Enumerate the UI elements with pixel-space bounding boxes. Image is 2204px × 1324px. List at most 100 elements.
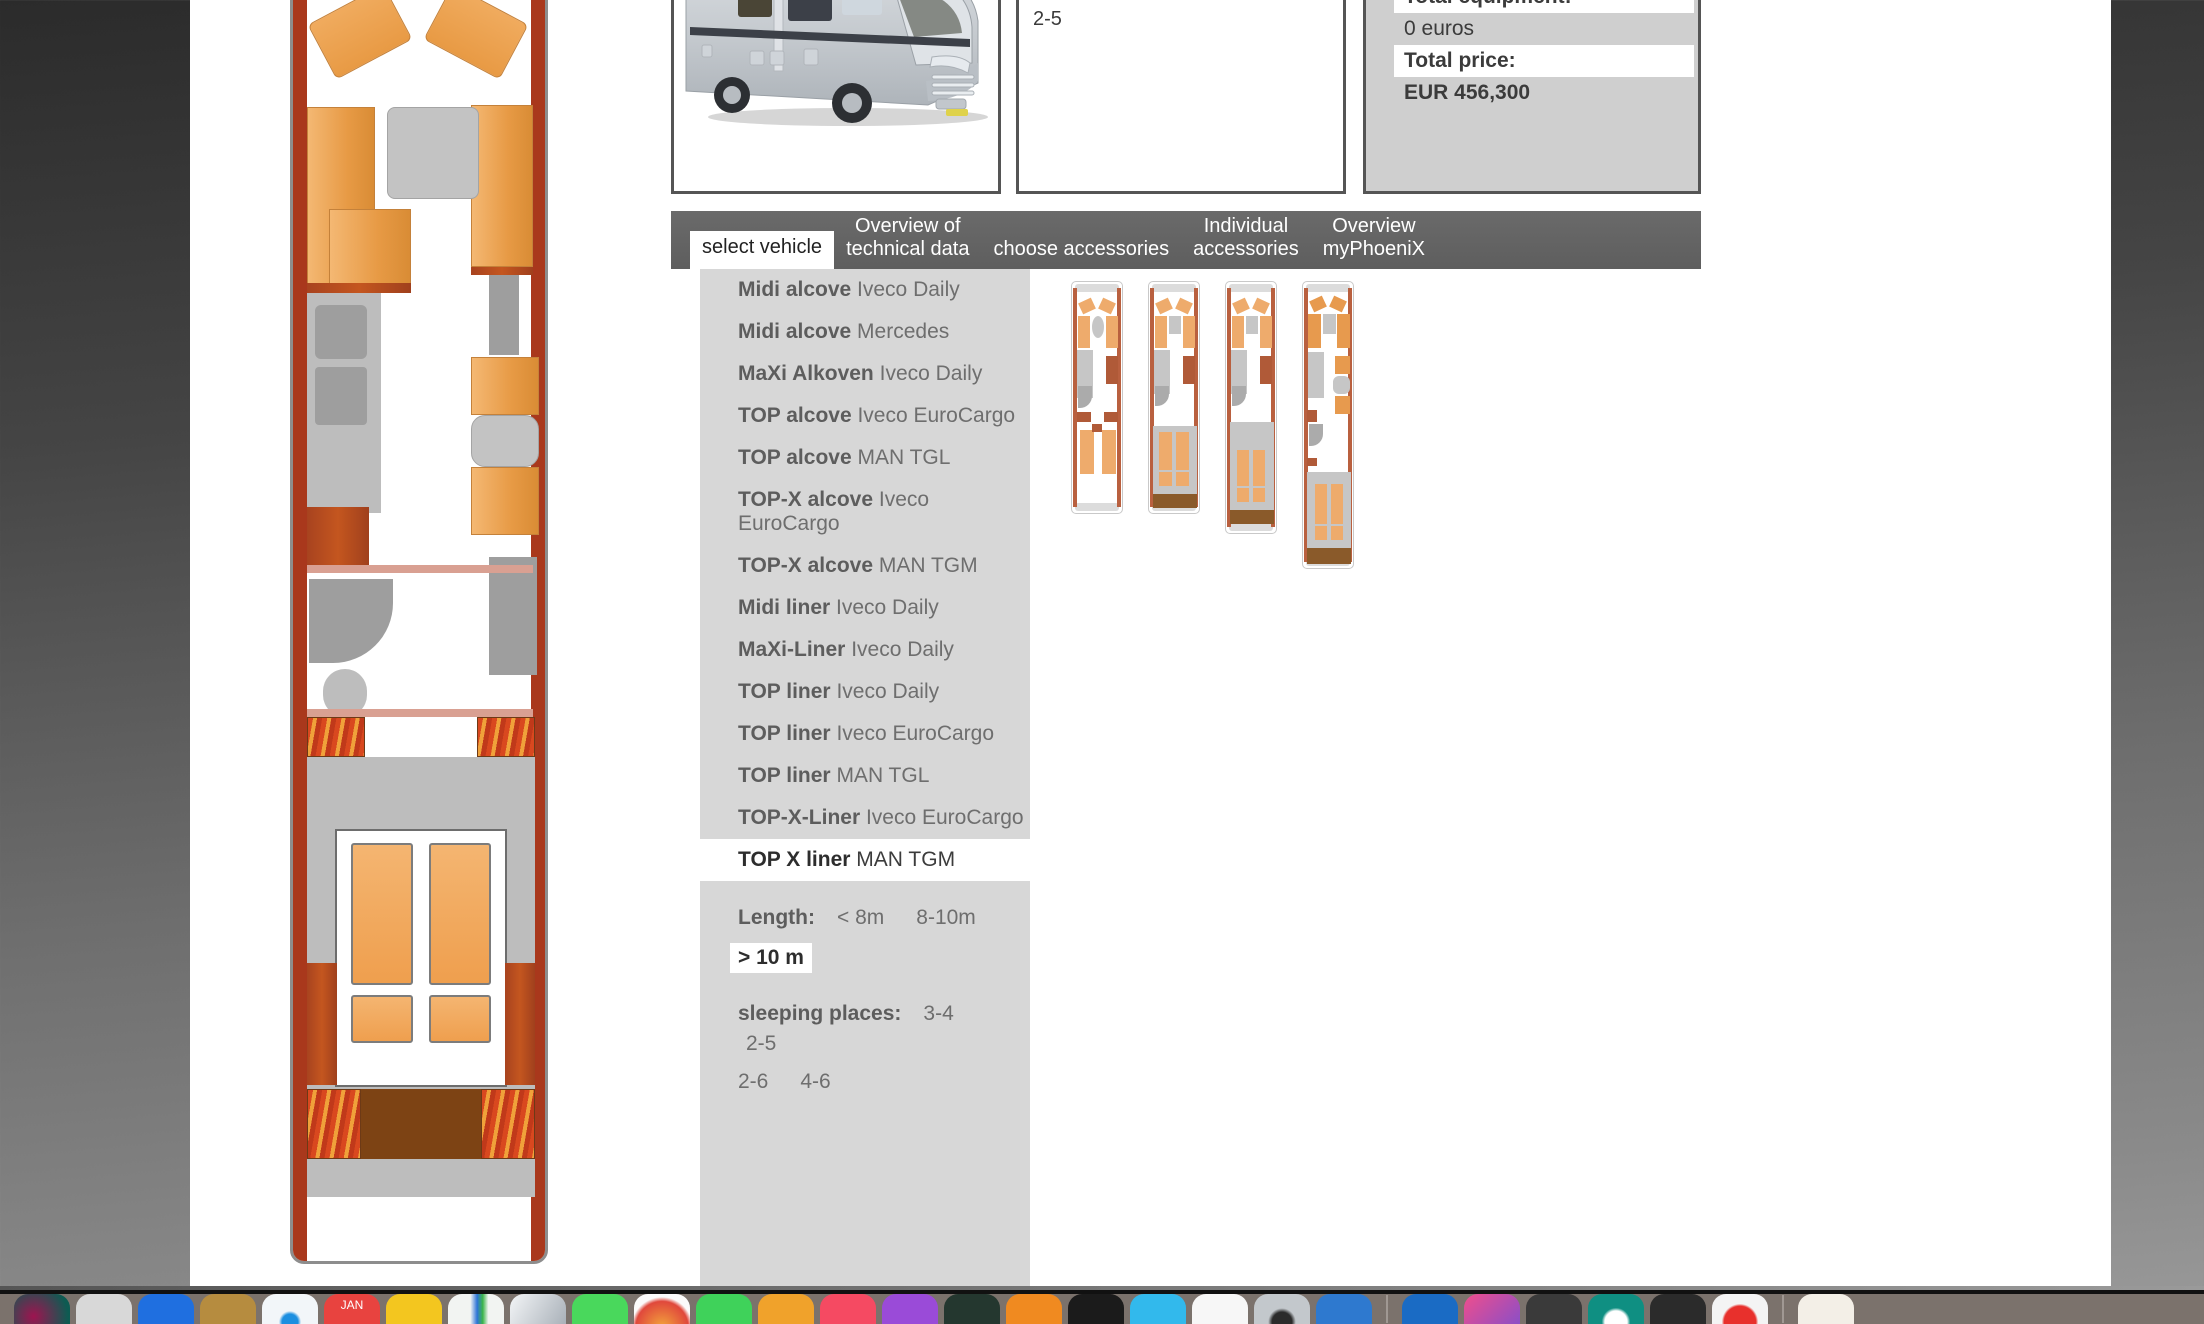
tab-overview-myphoenix[interactable]: Overview myPhoeniX <box>1311 210 1437 269</box>
vehicle-chassis-7: Iveco Daily <box>836 596 939 619</box>
filter-sleeping-label: sleeping places: <box>738 1002 902 1025</box>
vehicle-row-0[interactable]: Midi alcove Iveco Daily <box>700 269 1030 311</box>
terminal-icon[interactable] <box>944 1294 1000 1324</box>
mail-icon[interactable] <box>138 1294 194 1324</box>
floorplan-thumb-1[interactable] <box>1071 281 1123 514</box>
bench-left-foot <box>329 209 411 285</box>
twitter-icon[interactable] <box>1130 1294 1186 1324</box>
floorplan-thumbnail-row <box>1071 281 1354 569</box>
window-curtain-right <box>477 717 535 757</box>
dock-separator-2 <box>1782 1295 1784 1323</box>
bathroom-door <box>489 557 537 675</box>
vlc-icon[interactable] <box>1006 1294 1062 1324</box>
skype-icon[interactable] <box>1402 1294 1458 1324</box>
pillow-right <box>429 995 491 1043</box>
evernote-icon[interactable] <box>1588 1294 1644 1324</box>
lounge-base-left <box>307 283 411 293</box>
lounge-seat-left <box>307 0 413 80</box>
vehicle-chassis-12: Iveco EuroCargo <box>865 806 1024 829</box>
tab-technical-data[interactable]: Overview of technical data <box>834 210 981 269</box>
vehicle-row-3[interactable]: TOP alcove Iveco EuroCargo <box>700 395 1030 437</box>
preview-icon[interactable] <box>510 1294 566 1324</box>
vehicle-row-5[interactable]: TOP-X alcove Iveco EuroCargo <box>700 479 1030 545</box>
vehicle-row-7[interactable]: Midi liner Iveco Daily <box>700 587 1030 629</box>
floorplan-outline <box>290 0 548 1264</box>
contacts-icon[interactable] <box>200 1294 256 1324</box>
maps-icon[interactable] <box>448 1294 504 1324</box>
filter-length-opt-0[interactable]: < 8m <box>829 903 892 933</box>
vehicle-chassis-13: MAN TGM <box>856 848 956 871</box>
tab-choose-accessories[interactable]: choose accessories <box>981 233 1181 269</box>
finder-icon[interactable] <box>76 1294 132 1324</box>
vehicle-chassis-1: Mercedes <box>857 320 950 343</box>
vehicle-row-13[interactable]: TOP X liner MAN TGM <box>700 839 1030 881</box>
selected-floorplan-large[interactable] <box>290 0 548 1264</box>
wardrobe-right-lower <box>471 467 539 535</box>
facetime-icon[interactable] <box>696 1294 752 1324</box>
vehicle-row-11[interactable]: TOP liner MAN TGL <box>700 755 1030 797</box>
vehicle-model-6: TOP-X alcove <box>738 554 874 577</box>
vehicle-row-9[interactable]: TOP liner Iveco Daily <box>700 671 1030 713</box>
messages-icon[interactable] <box>572 1294 628 1324</box>
vehicle-chassis-4: MAN TGL <box>857 446 951 469</box>
calendar-icon[interactable]: JAN <box>324 1294 380 1324</box>
documents-stack-icon[interactable] <box>1798 1294 1854 1324</box>
stove <box>315 367 367 425</box>
lounge-seat-right <box>423 0 529 80</box>
vehicle-row-6[interactable]: TOP-X alcove MAN TGM <box>700 545 1030 587</box>
vehicle-row-2[interactable]: MaXi Alkoven Iveco Daily <box>700 353 1030 395</box>
rear-curtain-left <box>307 1089 361 1159</box>
keynote-icon[interactable] <box>1068 1294 1124 1324</box>
bluetooth-icon[interactable] <box>1316 1294 1372 1324</box>
tab-individual-accessories[interactable]: Individual accessories <box>1181 210 1311 269</box>
filter-length-opt-2[interactable]: > 10 m <box>730 943 812 973</box>
pillow-left <box>351 995 413 1043</box>
corridor-grey-right <box>489 275 519 355</box>
filter-sleeping-opt-2[interactable]: 2-6 <box>730 1067 776 1097</box>
filter-length-opt-1[interactable]: 8-10m <box>908 903 984 933</box>
vehicle-row-8[interactable]: MaXi-Liner Iveco Daily <box>700 629 1030 671</box>
select-vehicle-panel: Midi alcove Iveco Daily Midi alcove Merc… <box>671 269 1701 1292</box>
reminders-icon[interactable] <box>758 1294 814 1324</box>
notes-icon[interactable] <box>386 1294 442 1324</box>
floorplan-thumb-4[interactable] <box>1302 281 1354 569</box>
vehicle-chassis-6: MAN TGM <box>878 554 978 577</box>
vehicle-model-0: Midi alcove <box>738 278 852 301</box>
vehicle-chassis-3: Iveco EuroCargo <box>857 404 1016 427</box>
equipment-total-label: Total equipment: <box>1394 0 1694 13</box>
filter-sleeping-opt-3[interactable]: 4-6 <box>792 1067 838 1097</box>
record-icon[interactable] <box>1712 1294 1768 1324</box>
vehicle-row-10[interactable]: TOP liner Iveco EuroCargo <box>700 713 1030 755</box>
wardrobe-rear-left <box>307 963 337 1085</box>
vehicle-row-1[interactable]: Midi alcove Mercedes <box>700 311 1030 353</box>
tab-select-vehicle[interactable]: select vehicle <box>690 231 835 269</box>
vehicle-model-7: Midi liner <box>738 596 831 619</box>
disk-icon[interactable] <box>1526 1294 1582 1324</box>
photos-icon[interactable] <box>14 1294 70 1324</box>
safari-icon[interactable] <box>262 1294 318 1324</box>
vehicle-row-12[interactable]: TOP-X-Liner Iveco EuroCargo <box>700 797 1030 839</box>
floorplan-thumb-3[interactable] <box>1225 281 1277 534</box>
vehicle-chassis-0: Iveco Daily <box>857 278 960 301</box>
floorplan-thumb-2[interactable] <box>1148 281 1200 514</box>
rear-wall <box>361 1089 481 1159</box>
filter-sleeping: sleeping places: 3-4 2-5 2-6 4-6 <box>700 973 1030 1097</box>
acrobat-icon[interactable] <box>1192 1294 1248 1324</box>
rear-curtain-right <box>481 1089 535 1159</box>
system-settings-icon[interactable] <box>1254 1294 1310 1324</box>
vehicle-row-4[interactable]: TOP alcove MAN TGL <box>700 437 1030 479</box>
vehicle-model-10: TOP liner <box>738 722 831 745</box>
activity-monitor-icon[interactable] <box>1650 1294 1706 1324</box>
bench-right <box>471 105 533 267</box>
filter-sleeping-opt-1[interactable]: 2-5 <box>738 1029 784 1059</box>
spec-sleeps: 2-5 <box>1033 8 1062 30</box>
podcasts-icon[interactable] <box>882 1294 938 1324</box>
washbasin-right <box>471 415 539 467</box>
photos-app-icon[interactable] <box>634 1294 690 1324</box>
dock-separator-1 <box>1386 1295 1388 1323</box>
sketch-icon[interactable] <box>1464 1294 1520 1324</box>
equipment-total-value: 0 euros <box>1394 13 1694 45</box>
vehicle-photo-box <box>671 0 1001 194</box>
filter-sleeping-opt-0[interactable]: 3-4 <box>915 999 961 1029</box>
music-icon[interactable] <box>820 1294 876 1324</box>
